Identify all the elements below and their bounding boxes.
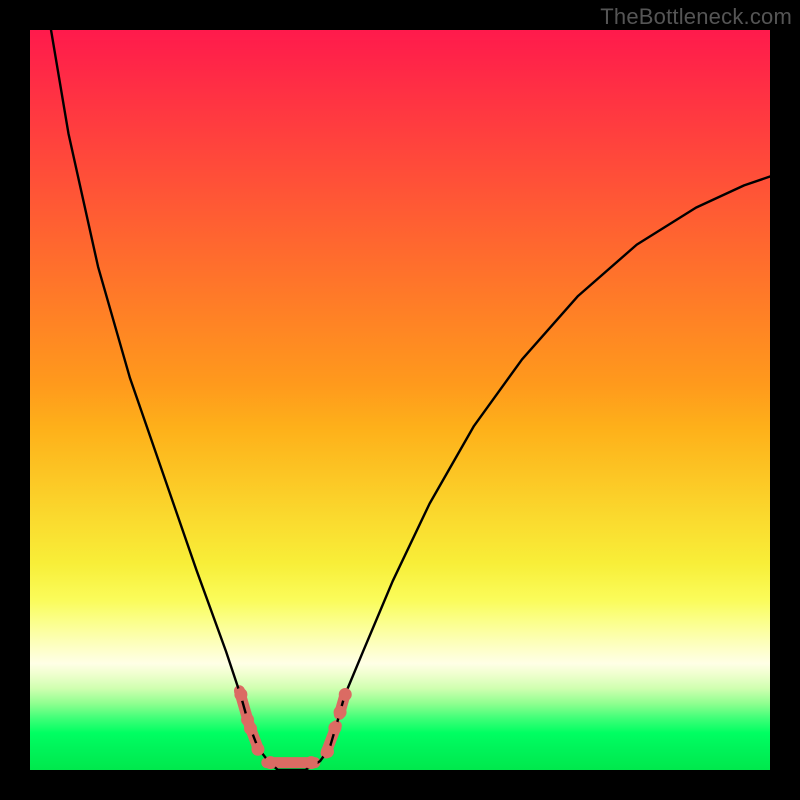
highlight-dot <box>244 722 257 735</box>
highlight-dot <box>328 721 341 734</box>
highlight-dot <box>234 688 247 701</box>
plot-area <box>30 30 770 770</box>
bottleneck-curve <box>30 30 770 770</box>
highlight-dot <box>321 745 334 758</box>
highlight-dot <box>305 756 318 769</box>
highlight-dots <box>234 688 351 769</box>
highlight-dot <box>334 706 347 719</box>
highlight-dot <box>339 688 352 701</box>
chart-svg <box>30 30 770 770</box>
chart-container: TheBottleneck.com <box>0 0 800 800</box>
highlight-dot <box>251 743 264 756</box>
watermark-text: TheBottleneck.com <box>600 4 792 30</box>
highlight-dot <box>264 756 277 769</box>
